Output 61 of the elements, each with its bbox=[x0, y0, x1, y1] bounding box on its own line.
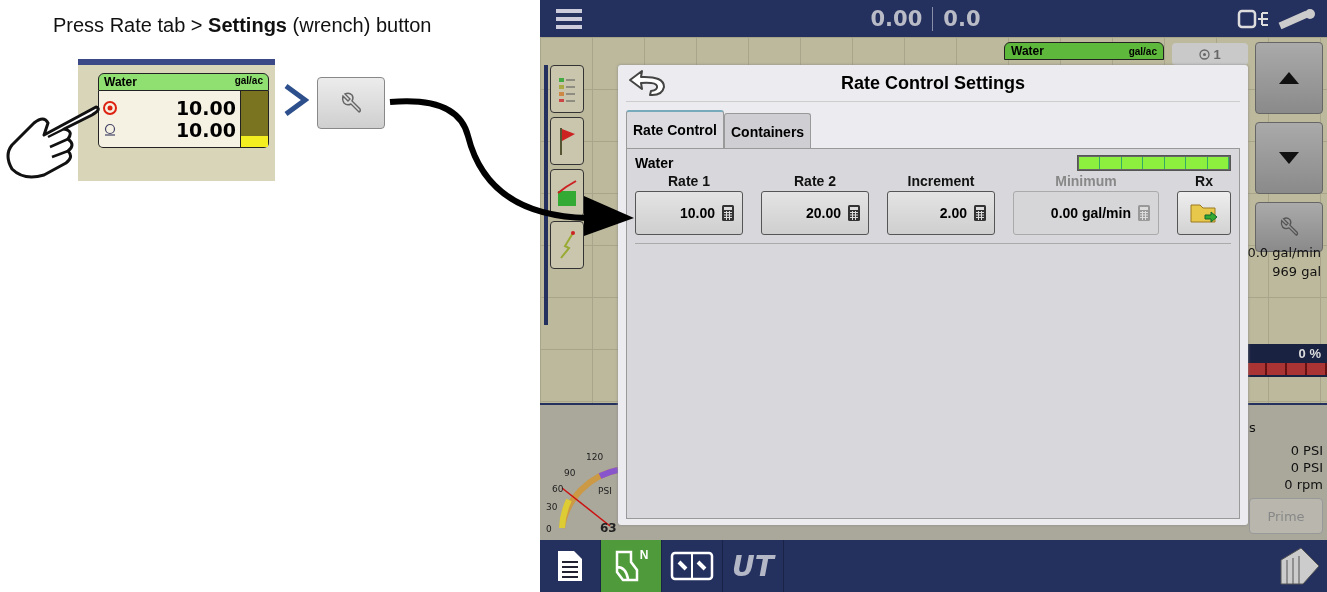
top-reading: 0.0 bbox=[943, 6, 981, 31]
wrench-icon bbox=[1278, 216, 1300, 238]
product-tab[interactable]: Water gal/ac bbox=[1004, 42, 1164, 60]
path-icon bbox=[557, 230, 577, 260]
bar-chart-icon bbox=[556, 179, 578, 207]
flag-icon bbox=[557, 126, 577, 156]
down-triangle-icon bbox=[1279, 152, 1299, 164]
target-icon bbox=[1199, 48, 1211, 60]
menu-icon[interactable] bbox=[554, 7, 584, 30]
field-label: Rx bbox=[1195, 173, 1213, 189]
wrench-icon bbox=[339, 91, 363, 115]
number-field[interactable]: 10.00 bbox=[635, 191, 743, 235]
dialog-title: Rate Control Settings bbox=[840, 72, 1026, 94]
calculator-icon bbox=[721, 204, 735, 222]
unit-label: gal/ac bbox=[1128, 45, 1157, 57]
unit-label: gal/ac bbox=[234, 75, 263, 88]
chart-tool[interactable] bbox=[550, 169, 584, 217]
path-tool[interactable] bbox=[550, 221, 584, 269]
calculator-icon bbox=[847, 204, 861, 222]
product-name: Water bbox=[1011, 44, 1044, 58]
product-name: Water bbox=[104, 75, 137, 89]
progress-percent: 0 % bbox=[1297, 346, 1322, 361]
legend-icon bbox=[557, 75, 577, 103]
field-label: Increment bbox=[907, 173, 975, 189]
dialog-tab[interactable]: Containers bbox=[724, 113, 812, 148]
field-label: Rate 2 bbox=[794, 173, 836, 189]
settings-button[interactable] bbox=[317, 77, 385, 129]
dialog-tab[interactable]: Rate Control bbox=[626, 110, 724, 148]
calculator-icon bbox=[973, 204, 987, 222]
number-field[interactable]: 20.00 bbox=[761, 191, 869, 235]
counter-value: 1 bbox=[1213, 46, 1221, 62]
cut-label: s bbox=[1249, 420, 1256, 435]
target-rate: 10.00 bbox=[175, 97, 236, 119]
field-label: Rate 1 bbox=[668, 173, 710, 189]
scroll-up-button[interactable] bbox=[1255, 42, 1323, 114]
product-header[interactable]: Water gal/ac bbox=[98, 73, 269, 91]
ut-logo: UT bbox=[732, 549, 774, 583]
top-reading: 0.00 bbox=[870, 6, 923, 31]
tank-reading: 969 gal bbox=[1272, 264, 1321, 279]
sensor-reading: 0 PSI bbox=[1290, 443, 1323, 458]
product-name: Water bbox=[635, 155, 674, 171]
legend-tool[interactable] bbox=[550, 65, 584, 113]
tank-reading: 0.0 gal/min bbox=[1247, 245, 1321, 260]
instruction-text: Press Rate tab > Settings (wrench) button bbox=[53, 14, 433, 37]
sensor-reading: 0 PSI bbox=[1290, 460, 1323, 475]
scroll-down-button[interactable] bbox=[1255, 122, 1323, 194]
nav-tab[interactable]: UT bbox=[723, 540, 784, 592]
device-icon[interactable] bbox=[1237, 7, 1271, 30]
document-icon bbox=[555, 549, 585, 583]
field-label: Minimum bbox=[1055, 173, 1117, 189]
actual-rate: 10.00 bbox=[175, 119, 236, 141]
north-label: N bbox=[639, 548, 649, 562]
calculator-icon bbox=[1137, 204, 1151, 222]
up-triangle-icon bbox=[1279, 72, 1299, 84]
target-icon bbox=[103, 101, 117, 115]
chevron-icon bbox=[283, 83, 309, 117]
prescription-button[interactable] bbox=[1177, 191, 1231, 235]
split-view-icon bbox=[670, 551, 714, 581]
number-field[interactable]: 2.00 bbox=[887, 191, 995, 235]
flag-tool[interactable] bbox=[550, 117, 584, 165]
sensor-reading: 0 rpm bbox=[1284, 477, 1323, 492]
